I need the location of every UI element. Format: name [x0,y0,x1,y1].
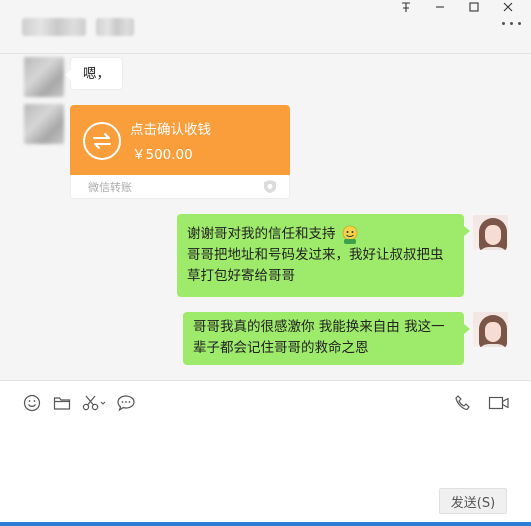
close-icon [503,2,513,12]
more-dot [502,22,505,25]
voice-call-button[interactable] [453,393,473,413]
maximize-button[interactable] [457,0,491,14]
more-options-button[interactable] [502,22,521,25]
chat-history-button[interactable] [116,393,136,413]
transfer-title: 点击确认收钱 [130,122,211,138]
arrows-icon [93,133,111,149]
avatar-face [485,225,501,245]
send-button[interactable]: 发送(S) [439,488,507,514]
chat-history-icon [117,395,135,412]
more-dot [518,22,521,25]
bottom-accent-bar [0,522,531,526]
message-text: 嗯， [83,66,110,82]
message-text: 哥哥我真的很感激你 我能换来自由 我这一 [193,319,445,335]
pin-button[interactable] [389,0,423,14]
minimize-button[interactable] [423,0,457,14]
contact-avatar[interactable] [24,104,64,144]
transfer-card-footer: 微信转账 [70,175,290,199]
scissors-icon [82,395,106,411]
name-blur-block [96,18,134,36]
video-call-button[interactable] [487,393,511,413]
transfer-label: 微信转账 [88,181,132,194]
message-line: 谢谢哥对我的信任和支持 [187,224,454,245]
maximize-icon [469,2,479,12]
message-input-area[interactable]: 发送(S) [0,381,531,526]
wechat-pay-shield-icon [264,180,276,193]
pin-icon [402,2,410,12]
phone-icon [455,395,470,411]
chat-window: 嗯， 点击确认收钱 ￥500.00 微信转账 谢谢哥对我的信任和支持 哥哥把地址… [0,0,531,526]
input-toolbar [22,393,146,413]
message-bubble-outgoing[interactable]: 哥哥我真的很感激你 我能换来自由 我这一 辈子都会记住哥哥的救命之恩 [183,312,470,365]
my-avatar[interactable] [473,215,508,250]
emoji-button[interactable] [22,393,42,413]
close-button[interactable] [491,0,525,14]
message-bubble-outgoing[interactable]: 谢谢哥对我的信任和支持 哥哥把地址和号码发过来，我好让叔叔把虫 草打包好寄给哥哥 [177,214,470,297]
message-list[interactable]: 嗯， 点击确认收钱 ￥500.00 微信转账 谢谢哥对我的信任和支持 哥哥把地址… [0,55,531,380]
transfer-amount: ￥500.00 [132,147,193,163]
emoji-icon [23,394,41,412]
my-avatar[interactable] [473,312,508,347]
transfer-card[interactable]: 点击确认收钱 ￥500.00 微信转账 [70,105,290,199]
message-bubble-incoming[interactable]: 嗯， [65,57,123,90]
minimize-icon [436,6,444,8]
folder-icon [53,397,71,410]
avatar-face [485,322,501,342]
message-text: 草打包好寄给哥哥 [187,268,295,284]
video-icon [488,396,509,410]
contact-name-blurred [22,18,134,38]
transfer-exchange-icon [83,122,121,160]
call-toolbar [453,393,511,413]
smile-emoji-icon [342,225,357,244]
message-text: 谢谢哥对我的信任和支持 [187,226,336,242]
window-controls [389,0,525,14]
transfer-card-header: 点击确认收钱 ￥500.00 [70,105,290,175]
message-text: 辈子都会记住哥哥的救命之恩 [193,340,369,356]
contact-avatar[interactable] [24,57,64,97]
more-dot [510,22,513,25]
screenshot-button[interactable] [82,393,106,413]
title-bar [0,0,531,54]
message-text: 哥哥把地址和号码发过来，我好让叔叔把虫 [187,247,444,263]
send-file-button[interactable] [52,393,72,413]
name-blur-block [22,18,86,36]
